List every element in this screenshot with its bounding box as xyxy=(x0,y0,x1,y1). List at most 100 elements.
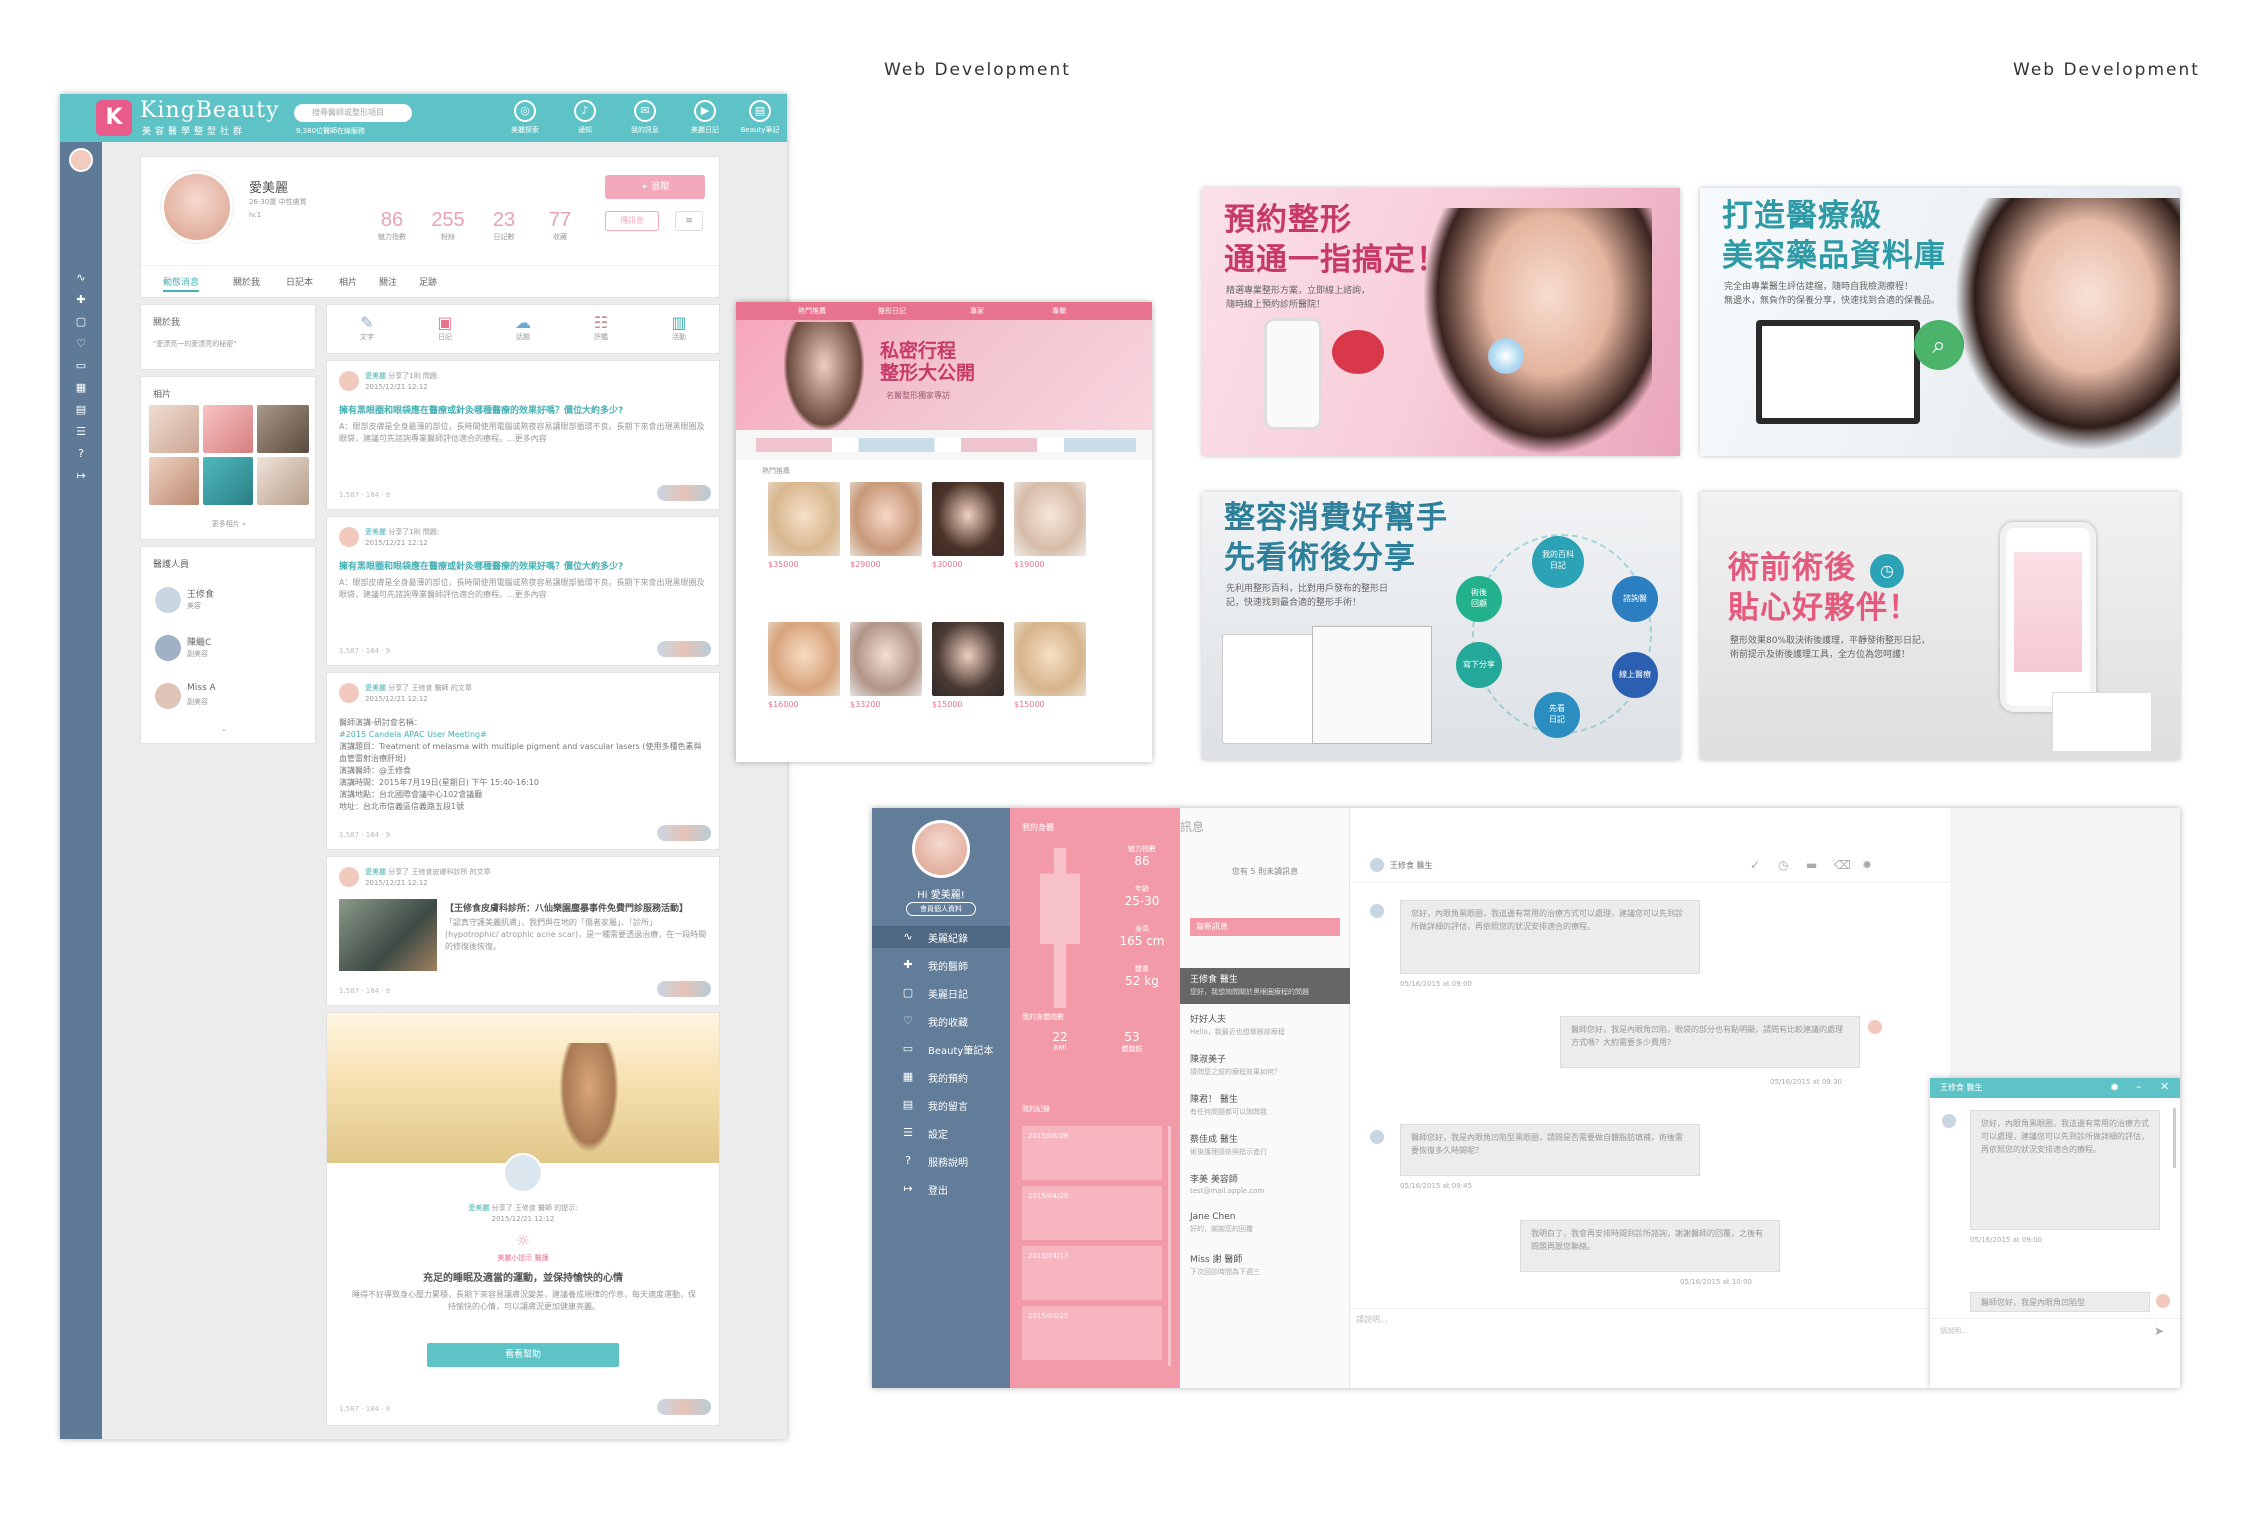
contact-item[interactable]: 好好人夫 Hello，我最近也想做眼部療程 xyxy=(1190,1012,1285,1037)
logo-icon[interactable]: K xyxy=(96,100,132,136)
nav-notes[interactable]: ▤ Beauty筆記 xyxy=(730,100,787,135)
record-card[interactable]: 2015/04/13 xyxy=(1022,1246,1162,1300)
menu-item[interactable]: ▭ Beauty筆記本 xyxy=(900,1042,1000,1057)
tab-diary[interactable]: 日記本 xyxy=(286,275,313,288)
photo-thumb[interactable] xyxy=(149,457,199,505)
product-thumb[interactable] xyxy=(932,622,1004,696)
menu-item[interactable]: ♡ 我的收藏 xyxy=(900,1014,1000,1029)
product-thumb[interactable] xyxy=(768,482,840,556)
contact-item[interactable]: 李美 美容師 test@mail.apple.com xyxy=(1190,1172,1264,1195)
new-message-button[interactable]: 寫新訊息 xyxy=(1190,918,1340,936)
compose-text[interactable]: ✎ 文字 xyxy=(347,313,387,342)
tab-footprint[interactable]: 足跡 xyxy=(419,275,437,288)
banner-booking[interactable]: 預約整形 通通一指搞定！ 精選專業整形方案，立即線上諮詢， 隨時線上預約診所醫院… xyxy=(1202,188,1680,456)
product-thumb[interactable] xyxy=(850,482,922,556)
menu-item[interactable]: ✚ 我的醫師 xyxy=(900,958,1000,973)
product-thumb[interactable] xyxy=(1014,482,1086,556)
message-icon[interactable]: ▤ xyxy=(74,404,88,416)
scrollbar[interactable] xyxy=(2173,1108,2176,1168)
avatar[interactable] xyxy=(339,867,359,887)
check-icon[interactable]: ✓ xyxy=(1750,858,1760,872)
archive-icon[interactable]: ▬ xyxy=(1806,858,1817,872)
scrollbar[interactable] xyxy=(1168,1126,1171,1366)
avatar[interactable] xyxy=(912,820,970,878)
product-thumb[interactable] xyxy=(850,622,922,696)
gear-icon[interactable]: ✹ xyxy=(1862,858,1872,872)
tab-feed[interactable]: 動態消息 xyxy=(163,275,200,292)
post-image[interactable] xyxy=(339,899,437,971)
gear-icon[interactable]: ✹ xyxy=(2110,1081,2119,1094)
compose-review[interactable]: ☷ 評鑑 xyxy=(581,313,621,342)
banner-database[interactable]: 打造醫療級 美容藥品資料庫 完全由專業醫生評估建檔，隨時自我檢測療程！ 無邊水，… xyxy=(1700,188,2180,456)
doctor-name[interactable]: Miss A xyxy=(187,683,216,693)
menu-item[interactable]: ▢ 美麗日記 xyxy=(900,986,1000,1001)
product-thumb[interactable] xyxy=(932,482,1004,556)
avatar[interactable] xyxy=(69,148,93,172)
menu-item[interactable]: ▤ 我的留言 xyxy=(900,1098,1000,1113)
tab-photos[interactable]: 相片 xyxy=(339,275,357,288)
nav-item[interactable]: 整形日記 xyxy=(878,306,906,316)
popup-input[interactable]: 請說明... xyxy=(1940,1326,1968,1336)
chevron-down-icon[interactable]: ⌄ xyxy=(221,725,227,733)
avatar[interactable] xyxy=(155,683,181,709)
close-icon[interactable]: ✕ xyxy=(2160,1080,2169,1093)
menu-item[interactable]: ↦ 登出 xyxy=(900,1182,1000,1197)
doctor-name[interactable]: 陳繼C xyxy=(187,635,211,648)
photo-thumb[interactable] xyxy=(257,457,309,505)
avatar[interactable] xyxy=(503,1153,543,1193)
banner-partner[interactable]: 術前術後 貼心好夥伴！ ◷ 整形效果80%取決術後護理，平靜發術整形日記， 術前… xyxy=(1700,492,2180,760)
contact-item[interactable]: 陳君！ 醫生 有任何問題都可以詢問我 xyxy=(1190,1092,1267,1117)
product-thumb[interactable] xyxy=(768,622,840,696)
post-title[interactable]: 擁有黑眼圈和眼袋應在醫療或針灸哪種醫療的效果好嗎？價位大約多少? xyxy=(339,403,709,416)
photos-more-link[interactable]: 更多相片 » xyxy=(141,519,317,529)
nav-messages[interactable]: ✉ 我的訊息 xyxy=(615,100,675,135)
clock-icon[interactable]: ◷ xyxy=(1778,858,1788,872)
record-card[interactable]: 2015/03/25 xyxy=(1022,1306,1162,1360)
menu-item[interactable]: ▦ 我的預約 xyxy=(900,1070,1000,1085)
heart-icon[interactable]: ♡ xyxy=(74,338,88,350)
avatar[interactable] xyxy=(155,635,181,661)
nav-explore[interactable]: ◎ 美麗探索 xyxy=(495,100,555,135)
menu-item[interactable]: ☰ 設定 xyxy=(900,1126,1000,1141)
brand-name[interactable]: KingBeauty xyxy=(140,98,279,123)
avatar[interactable] xyxy=(339,371,359,391)
minimize-icon[interactable]: – xyxy=(2136,1080,2142,1093)
avatar[interactable] xyxy=(155,587,181,613)
contact-item[interactable]: 陳淑美子 請問您之前的療程效果如何？ xyxy=(1190,1052,1281,1077)
nav-item[interactable]: 熱門推薦 xyxy=(798,306,826,316)
compose-topic[interactable]: ☁ 話題 xyxy=(503,313,543,342)
help-button[interactable]: 看看幫助 xyxy=(427,1343,619,1367)
stat-fans[interactable]: 255 粉絲 xyxy=(423,209,473,242)
tab-following[interactable]: 關注 xyxy=(379,275,397,288)
avatar[interactable] xyxy=(339,527,359,547)
nav-diary[interactable]: ▶ 美麗日記 xyxy=(675,100,735,135)
more-menu-icon[interactable]: ≡ xyxy=(675,211,703,231)
photo-thumb[interactable] xyxy=(149,405,199,453)
calendar-icon[interactable]: ▦ xyxy=(74,382,88,394)
follow-button[interactable]: + 追蹤 xyxy=(605,175,705,199)
photo-thumb[interactable] xyxy=(257,405,309,453)
photo-thumb[interactable] xyxy=(203,457,253,505)
menu-item[interactable]: ? 服務說明 xyxy=(900,1154,1000,1169)
nav-item[interactable]: 專家 xyxy=(970,306,984,316)
settings-icon[interactable]: ☰ xyxy=(74,426,88,438)
trash-icon[interactable]: ⌫ xyxy=(1834,858,1851,872)
contact-item[interactable]: Miss 謝 醫師 下次回診時間為下週三 xyxy=(1190,1252,1260,1277)
menu-item[interactable]: ∿ 美麗紀錄 xyxy=(900,930,1000,945)
logout-icon[interactable]: ↦ xyxy=(74,470,88,482)
avatar[interactable] xyxy=(161,171,233,243)
member-profile-button[interactable]: 會員個人資料 xyxy=(906,902,976,916)
record-card[interactable]: 2015/04/20 xyxy=(1022,1186,1162,1240)
compose-event[interactable]: ▥ 活動 xyxy=(659,313,699,342)
send-icon[interactable]: ➤ xyxy=(2154,1324,2164,1338)
contact-item[interactable]: 王修食 醫生 您好，我想詢問關於黑眼圈療程的問題 xyxy=(1190,972,1309,997)
nav-item[interactable]: 專欄 xyxy=(1052,306,1066,316)
photo-thumb[interactable] xyxy=(203,405,253,453)
stat-saved[interactable]: 77 收藏 xyxy=(535,209,585,242)
contact-item[interactable]: Jane Chen 好的，謝謝您的回覆 xyxy=(1190,1212,1253,1234)
reply-input[interactable]: 請說明... xyxy=(1356,1314,1388,1325)
help-icon[interactable]: ? xyxy=(74,448,88,460)
avatar[interactable] xyxy=(339,683,359,703)
compose-diary[interactable]: ▣ 日記 xyxy=(425,313,465,342)
banner-share[interactable]: 整容消費好幫手 先看術後分享 先利用整形百科，比對用戶發布的整形日 記，快速找到… xyxy=(1202,492,1680,760)
